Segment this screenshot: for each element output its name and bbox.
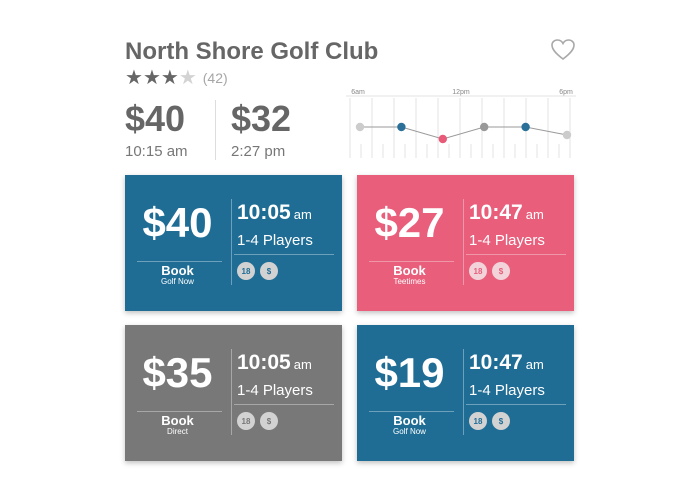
booking-source: Golf Now xyxy=(393,427,426,436)
star-icon: ★ xyxy=(160,67,179,89)
tee-time-value: 10:47 xyxy=(469,351,523,374)
card-price: $19 xyxy=(374,349,445,396)
tee-time-value: 10:47 xyxy=(469,201,523,224)
summary-divider xyxy=(215,100,216,160)
book-button[interactable]: Book xyxy=(125,263,230,278)
card-vertical-divider xyxy=(231,199,232,285)
chart-series-line xyxy=(360,126,568,140)
star-empty-icon: ★ xyxy=(178,67,197,89)
chart-data-point xyxy=(521,122,530,132)
chart-tick-label: 12pm xyxy=(452,89,470,96)
tee-time-card[interactable]: $40 Book Golf Now 10:05 am 1-4 Players 18… xyxy=(125,175,342,311)
tee-time-value: 10:05 xyxy=(237,201,291,224)
players-count: 1-4 Players xyxy=(469,382,545,399)
review-count: (42) xyxy=(202,70,228,86)
chart-data-point xyxy=(480,122,489,132)
holes-18-badge: 18 xyxy=(469,412,487,430)
booking-source: Direct xyxy=(167,427,188,436)
holes-18-badge: 18 xyxy=(469,262,487,280)
summary-price-right: $32 xyxy=(231,98,292,139)
holes-18-badge: 18 xyxy=(237,412,255,430)
chart-data-point xyxy=(355,122,365,132)
chart-data-point xyxy=(562,130,572,140)
heart-icon[interactable] xyxy=(550,38,576,62)
chart-tick-label: 6am xyxy=(351,89,365,96)
tee-time-value: 10:05 xyxy=(237,351,291,374)
players-count: 1-4 Players xyxy=(237,232,313,249)
chart-data-point xyxy=(438,134,447,144)
price-trend-chart: 6am 12pm 6pm xyxy=(346,89,576,158)
chart-tick-label: 6pm xyxy=(559,89,573,96)
dollar-badge: $ xyxy=(492,262,510,280)
tee-time-ampm: am xyxy=(293,357,312,372)
tee-time: 10:05 am xyxy=(237,201,312,225)
tee-time: 10:05 am xyxy=(237,351,312,375)
holes-18-badge: 18 xyxy=(237,262,255,280)
book-button[interactable]: Book xyxy=(357,263,462,278)
card-divider xyxy=(137,261,222,262)
card-divider xyxy=(466,404,566,405)
card-vertical-divider xyxy=(463,349,464,435)
star-icon: ★ xyxy=(125,67,143,89)
tee-time-ampm: am xyxy=(525,207,544,222)
players-count: 1-4 Players xyxy=(469,232,545,249)
badge-group: 18 $ xyxy=(469,412,515,430)
book-button[interactable]: Book xyxy=(357,413,462,428)
card-divider xyxy=(234,254,334,255)
tee-time: 10:47 am xyxy=(469,201,544,225)
tee-time: 10:47 am xyxy=(469,351,544,375)
dollar-badge: $ xyxy=(260,262,278,280)
tee-time-card[interactable]: $35 Book Direct 10:05 am 1-4 Players 18 $ xyxy=(125,325,342,461)
tee-time-card[interactable]: $27 Book Teetimes 10:47 am 1-4 Players 18… xyxy=(357,175,574,311)
tee-time-ampm: am xyxy=(293,207,312,222)
card-divider xyxy=(137,411,222,412)
badge-group: 18 $ xyxy=(469,262,515,280)
dollar-badge: $ xyxy=(492,412,510,430)
dollar-badge: $ xyxy=(260,412,278,430)
chart-data-point xyxy=(397,122,406,132)
book-button[interactable]: Book xyxy=(125,413,230,428)
badge-group: 18 $ xyxy=(237,262,283,280)
badge-group: 18 $ xyxy=(237,412,283,430)
players-count: 1-4 Players xyxy=(237,382,313,399)
course-title: North Shore Golf Club xyxy=(125,38,379,65)
booking-source: Teetimes xyxy=(393,277,426,286)
summary-time-left: 10:15 am xyxy=(125,143,188,160)
star-rating: ★ ★ ★ ★ (42) xyxy=(125,68,228,88)
card-price: $40 xyxy=(142,199,213,246)
summary-price-left: $40 xyxy=(125,98,186,139)
tee-time-card[interactable]: $19 Book Golf Now 10:47 am 1-4 Players 18… xyxy=(357,325,574,461)
card-vertical-divider xyxy=(231,349,232,435)
star-icon: ★ xyxy=(142,67,161,89)
card-price: $27 xyxy=(374,199,445,246)
card-divider xyxy=(466,254,566,255)
summary-time-right: 2:27 pm xyxy=(231,143,286,160)
card-divider xyxy=(234,404,334,405)
card-divider xyxy=(369,261,454,262)
card-divider xyxy=(369,411,454,412)
tee-time-ampm: am xyxy=(525,357,544,372)
booking-source: Golf Now xyxy=(161,277,194,286)
card-price: $35 xyxy=(142,349,213,396)
card-vertical-divider xyxy=(463,199,464,285)
